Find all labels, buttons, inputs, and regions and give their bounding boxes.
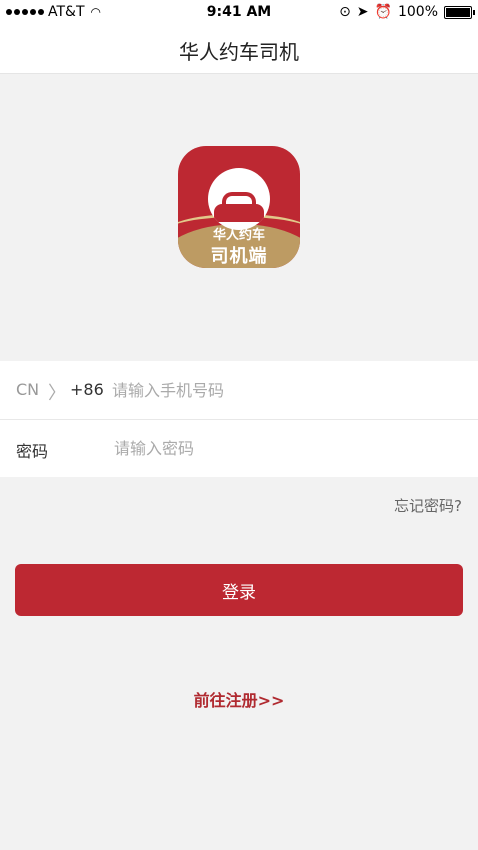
app-logo: 华人约车 司机端	[178, 146, 300, 268]
car-icon	[208, 168, 270, 230]
login-form: CN 〉 +86 密码	[0, 361, 478, 477]
alarm-icon: ⏰	[374, 4, 392, 20]
login-button[interactable]: 登录	[15, 564, 463, 616]
chevron-right-icon[interactable]: 〉	[48, 379, 66, 405]
logo-text-brand: 华人约车	[212, 228, 265, 243]
battery-percent: 100%	[397, 4, 438, 20]
register-link[interactable]: 前往注册>>	[0, 687, 478, 711]
phone-input[interactable]	[112, 375, 452, 405]
status-bar-right: ⊙ ➤ ⏰ 100%	[339, 4, 475, 20]
password-row: 密码	[0, 419, 478, 477]
phone-row: CN 〉 +86	[0, 361, 478, 420]
nav-bar: 华人约车司机	[0, 24, 478, 74]
password-label: 密码	[16, 442, 49, 461]
country-selector[interactable]: CN	[16, 380, 39, 399]
location-icon: ➤	[356, 4, 369, 20]
battery-icon	[444, 5, 475, 19]
forgot-password-link[interactable]: 忘记密码?	[394, 495, 462, 516]
password-input[interactable]	[114, 433, 454, 463]
page-title: 华人约车司机	[179, 40, 299, 64]
dial-code: +86	[70, 380, 104, 399]
status-bar: AT&T ◠ 9:41 AM ⊙ ➤ ⏰ 100%	[0, 0, 478, 24]
rotation-lock-icon: ⊙	[339, 4, 351, 20]
logo-text-driver: 司机端	[210, 246, 268, 267]
